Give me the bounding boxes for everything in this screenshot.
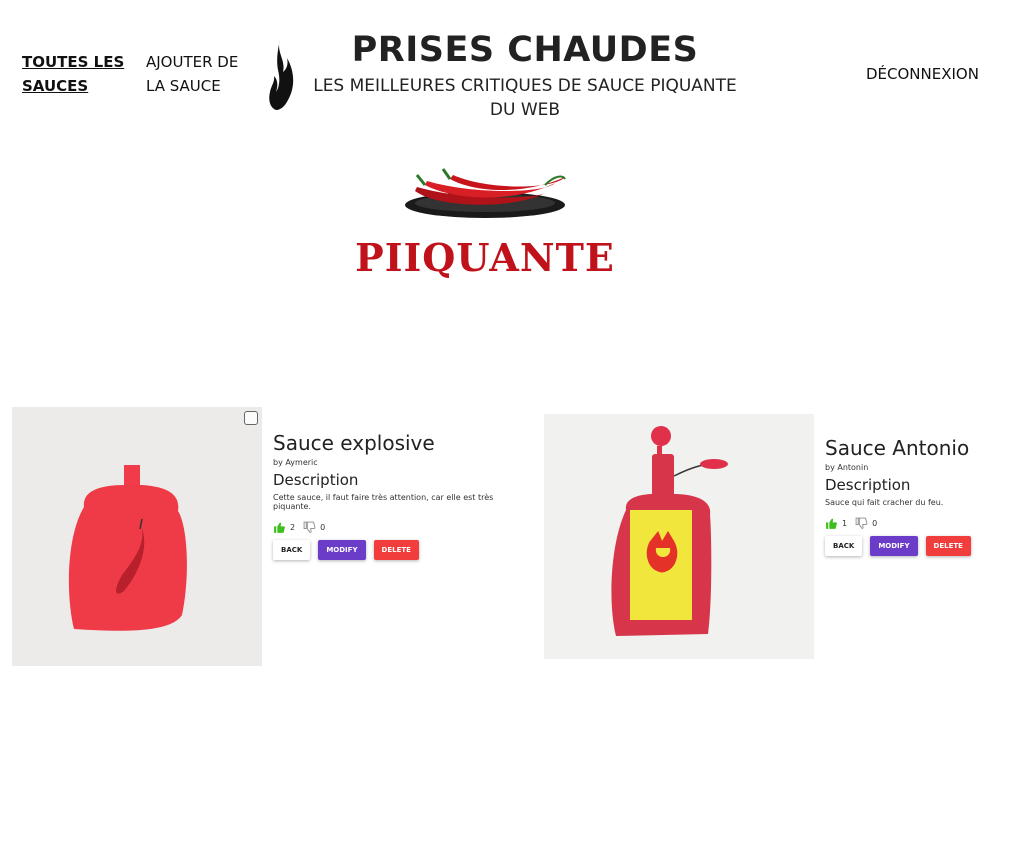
sauce-drawing-icon [611,426,728,636]
thumbs-down-icon[interactable] [303,521,316,534]
like-count: 2 [290,523,296,532]
thumbs-up-icon[interactable] [273,521,286,534]
logout-link[interactable]: DÉCONNEXION [866,62,979,86]
reactions: 2 0 [273,521,533,534]
reactions: 1 0 [825,517,1005,530]
sauce-card: Sauce explosive by Aymeric Description C… [273,430,533,560]
page-title: PRISES CHAUDES [351,30,699,70]
description-heading: Description [825,476,911,494]
sauce-description: Sauce qui fait cracher du feu. [825,498,944,507]
back-button[interactable]: BACK [273,540,311,560]
nav-add-sauce[interactable]: AJOUTER DE LA SAUCE [146,50,256,98]
modify-button[interactable]: MODIFY [870,536,918,556]
like-count: 1 [842,519,848,528]
modify-button[interactable]: MODIFY [318,540,366,560]
piiquante-logo: PIIQUANTE [355,165,615,285]
page-subtitle: LES MEILLEURES CRITIQUES DE SAUCE PIQUAN… [313,76,737,120]
logo-text: PIIQUANTE [355,235,615,280]
sauce-name: Sauce explosive [273,431,435,455]
back-button[interactable]: BACK [825,536,863,556]
chili-plate-icon [405,168,566,218]
delete-button[interactable]: DELETE [925,536,971,556]
sauce-author: by Antonin [825,463,869,472]
dislike-count: 0 [872,519,878,528]
sauce-image[interactable] [12,407,262,666]
flame-icon [269,40,294,110]
sauce-description: Cette sauce, il faut faire très attentio… [273,493,494,511]
nav-all-sauces[interactable]: TOUTES LES SAUCES [22,50,132,98]
delete-button[interactable]: DELETE [373,540,419,560]
description-heading: Description [273,471,359,489]
thumbs-up-icon[interactable] [825,517,838,530]
sauce-image[interactable] [544,414,814,659]
sauce-name: Sauce Antonio [825,436,970,460]
sauce-drawing-icon [68,465,187,631]
sauce-author: by Aymeric [273,458,318,467]
dislike-count: 0 [320,523,326,532]
thumbs-down-icon[interactable] [855,517,868,530]
sauce-card: Sauce Antonio by Antonin Description Sau… [825,435,1005,556]
zoom-icon[interactable] [244,411,258,425]
